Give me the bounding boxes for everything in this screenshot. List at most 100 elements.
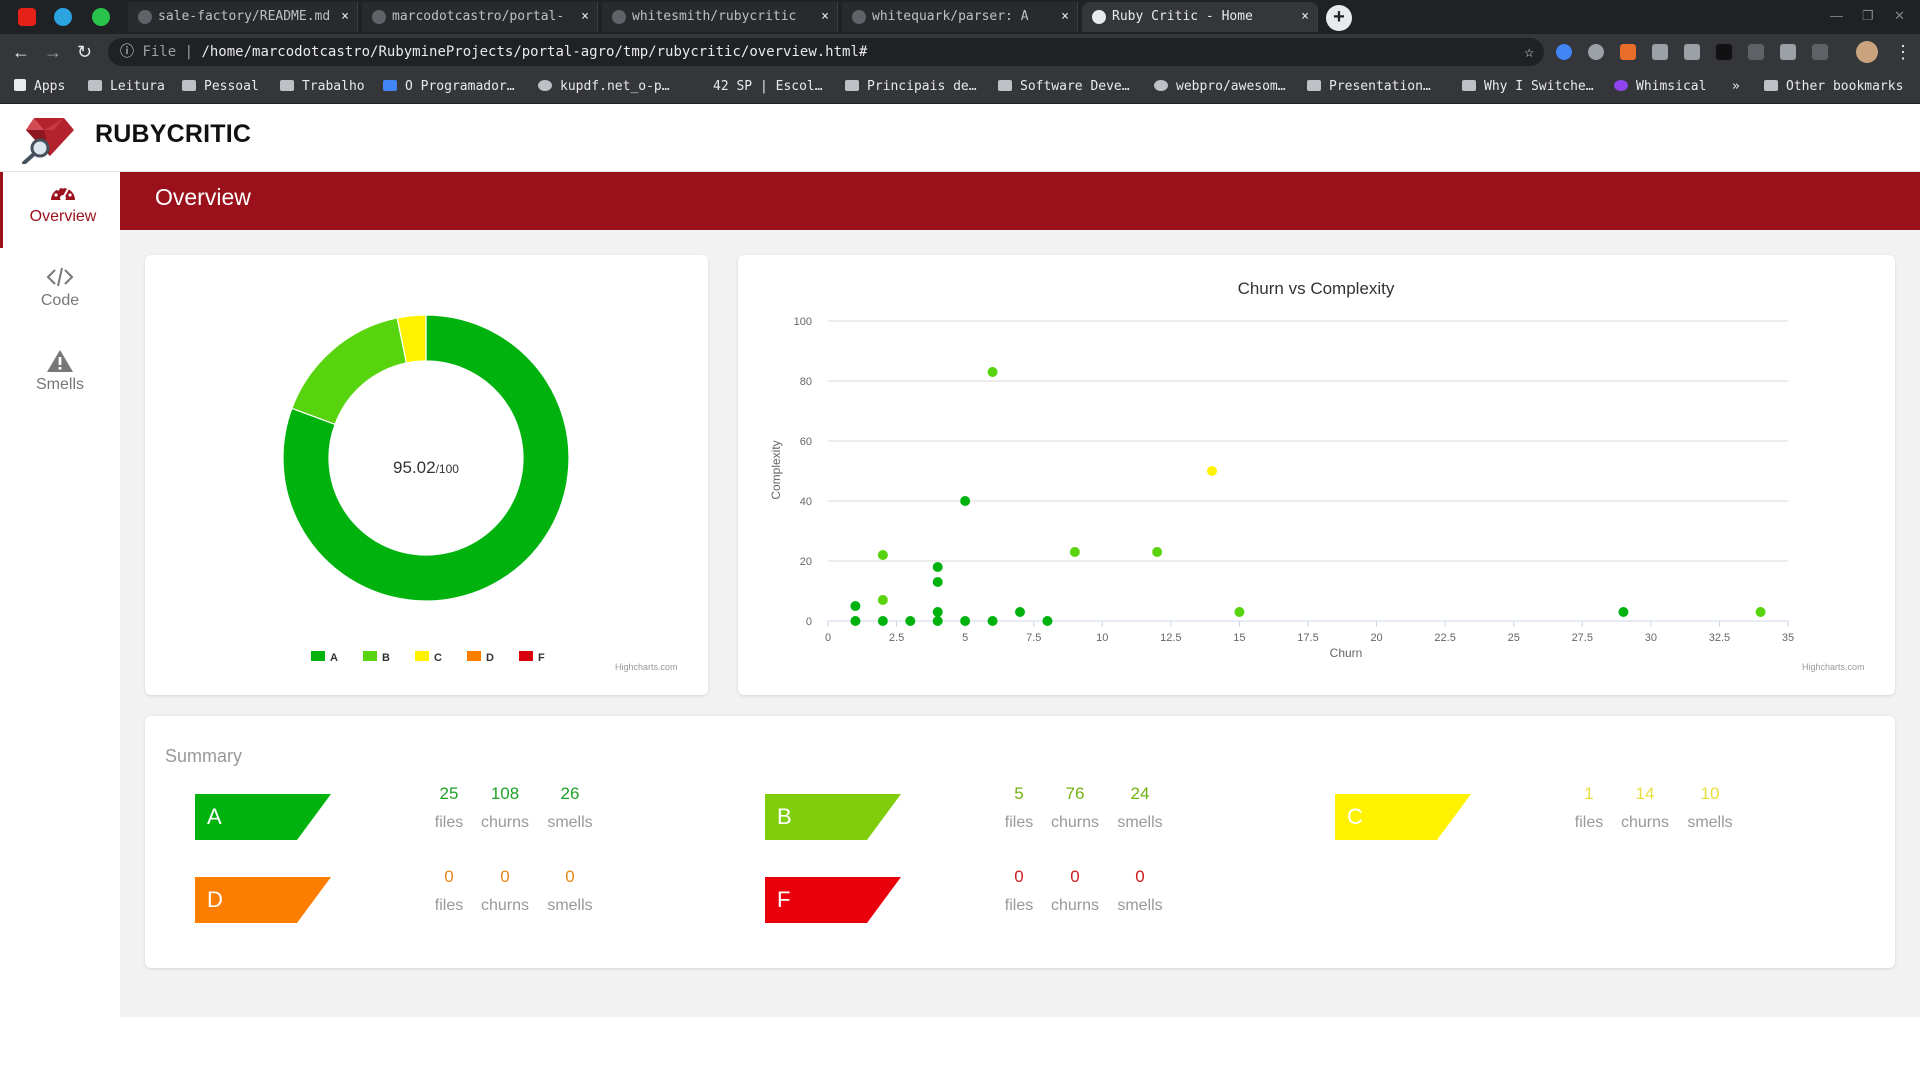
bookmark-link[interactable]: kupdf.net_o-p… [538,70,670,104]
metric-unit: churns [480,897,530,914]
tab-sale-factory[interactable]: sale-factory/README.md × [128,2,358,32]
maximize-icon[interactable]: ❐ [1862,8,1874,24]
scatter-point[interactable] [932,562,943,572]
legend-item-f[interactable]: F [538,652,545,664]
bookmark-folder[interactable]: Leitura [88,70,165,104]
scatter-point[interactable] [877,616,888,626]
bookmark-link[interactable]: Software Deve… [998,70,1130,104]
reload-icon[interactable]: ↻ [77,42,92,62]
scatter-point[interactable] [1042,616,1053,626]
scatter-point[interactable] [877,595,888,605]
telegram-icon[interactable] [54,8,72,26]
close-tab-icon[interactable]: × [1301,2,1309,32]
more-bookmarks-button[interactable]: » [1732,70,1740,104]
tab-ruby-critic-home[interactable]: Ruby Critic - Home × [1082,2,1318,32]
scatter-point[interactable] [850,616,861,626]
y-tick-label: 20 [800,556,812,568]
x-tick-label: 17.5 [1297,632,1318,644]
scatter-point[interactable] [877,550,888,560]
youtube-icon[interactable] [18,8,36,26]
bookmark-link[interactable]: Presentation… [1307,70,1431,104]
scatter-point[interactable] [987,367,998,377]
scatter-point[interactable] [1755,607,1766,617]
grade-badge-d[interactable]: D [195,877,331,923]
bookmark-folder[interactable]: Trabalho [280,70,365,104]
scatter-point[interactable] [1234,607,1245,617]
scatter-point[interactable] [1207,466,1217,476]
bookmark-link[interactable]: Principais de… [845,70,977,104]
folder-icon [88,80,102,91]
extension-icon[interactable] [1556,44,1572,60]
sidebar-item-overview[interactable]: Overview [0,172,120,248]
bookmark-link[interactable]: Whimsical [1614,70,1706,104]
grade-badge-f[interactable]: F [765,877,901,923]
pen-icon[interactable] [1748,44,1764,60]
scatter-point[interactable] [960,616,971,626]
close-tab-icon[interactable]: × [821,2,829,32]
sidebar-item-code[interactable]: Code [0,256,120,332]
bookmark-folder[interactable]: Pessoal [182,70,259,104]
close-window-icon[interactable]: ✕ [1894,8,1905,24]
avatar[interactable] [1856,41,1878,63]
scatter-point[interactable] [905,616,916,626]
extension-icon[interactable] [1588,44,1604,60]
highcharts-credit[interactable]: Highcharts.com [615,662,678,672]
metric-unit: churns [480,814,530,831]
browser-toolbar: ← → ↻ ⓘ File | /home/marcodotcastro/Ruby… [0,34,1920,70]
summary-title: Summary [165,746,243,766]
bookmark-link[interactable]: Why I Switche… [1462,70,1594,104]
legend-item-c[interactable]: C [434,652,442,664]
scatter-point[interactable] [932,616,943,626]
tab-rubycritic-repo[interactable]: whitesmith/rubycritic × [602,2,838,32]
rubycritic-logo-icon[interactable] [20,114,76,164]
sidebar-item-smells[interactable]: Smells [0,340,120,416]
pocket-icon[interactable] [1684,44,1700,60]
main-content: Overview 95.02/100 ABCDF Highcharts.com … [120,172,1920,1017]
close-tab-icon[interactable]: × [581,2,589,32]
extension-icon[interactable] [1716,44,1732,60]
info-icon[interactable]: ⓘ [120,44,142,60]
legend-item-d[interactable]: D [486,652,494,664]
metric-value: 24 [1130,784,1150,803]
bookmark-star-icon[interactable]: ☆ [1524,38,1534,66]
whatsapp-icon[interactable] [92,8,110,26]
bookmark-link[interactable]: 42 SP | Escol… [713,70,823,104]
highcharts-credit[interactable]: Highcharts.com [1802,662,1865,672]
donut-slice-b[interactable] [291,317,408,426]
puzzle-icon[interactable] [1812,44,1828,60]
scatter-point[interactable] [850,601,861,611]
scatter-point[interactable] [1618,607,1629,617]
github-icon [852,10,866,24]
extension-icon[interactable] [1780,44,1796,60]
bookmark-folder[interactable]: Other bookmarks [1764,70,1903,104]
scatter-point[interactable] [987,616,998,626]
scatter-point[interactable] [1069,547,1080,557]
legend-item-b[interactable]: B [382,652,390,664]
new-tab-button[interactable]: + [1326,5,1352,31]
extension-icon[interactable] [1620,44,1636,60]
grade-badge-c[interactable]: C [1335,794,1471,840]
brand-title[interactable]: RUBYCRITIC [95,120,251,149]
extension-icon[interactable] [1652,44,1668,60]
bookmark-link[interactable]: O Programador… [383,70,515,104]
scatter-point[interactable] [960,496,971,506]
minimize-icon[interactable]: — [1830,8,1843,23]
scatter-point[interactable] [932,577,943,587]
scatter-point[interactable] [1152,547,1163,557]
scatter-point[interactable] [1015,607,1025,617]
github-icon [1154,80,1168,91]
forward-icon[interactable]: → [44,42,62,62]
grade-badge-a[interactable]: A [195,794,331,840]
menu-dots-icon[interactable]: ⋮ [1894,42,1912,62]
tab-parser-repo[interactable]: whitequark/parser: A × [842,2,1078,32]
scatter-point[interactable] [932,607,943,617]
close-tab-icon[interactable]: × [341,2,349,32]
close-tab-icon[interactable]: × [1061,2,1069,32]
back-icon[interactable]: ← [12,42,30,62]
tab-portal-agro[interactable]: marcodotcastro/portal- × [362,2,598,32]
legend-item-a[interactable]: A [330,652,338,664]
address-bar[interactable]: ⓘ File | /home/marcodotcastro/RubyminePr… [108,38,1544,66]
grade-badge-b[interactable]: B [765,794,901,840]
bookmark-link[interactable]: webpro/awesom… [1154,70,1286,104]
bookmark-apps[interactable]: Apps [14,70,65,104]
